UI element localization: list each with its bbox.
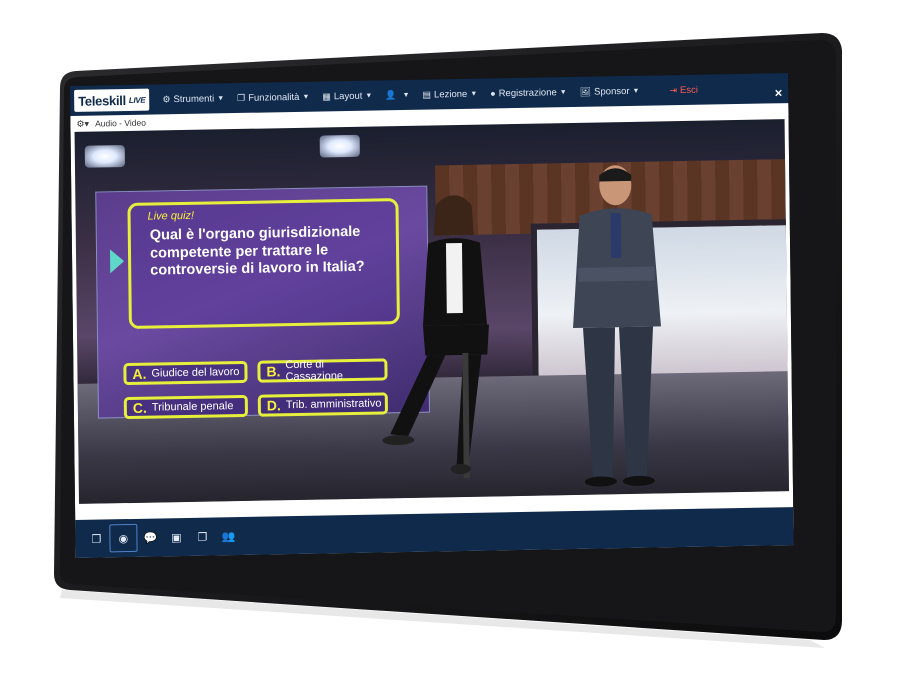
menu-label: Lezione: [433, 88, 468, 100]
caret-down-icon: ▼: [402, 91, 410, 99]
menu-label: Strumenti: [173, 92, 215, 105]
quiz-question: Qual è l'organo giurisdizionale competen…: [149, 223, 365, 279]
menu-label: Funzionalità: [248, 91, 300, 104]
caret-down-icon: ▼: [217, 94, 225, 102]
menu-label: Sponsor: [594, 85, 630, 98]
menu-registrazione[interactable]: ● Registrazione ▼: [490, 87, 567, 99]
menu-lezione[interactable]: ▤ Lezione ▼: [422, 88, 477, 100]
answer-text: Tribunale penale: [151, 400, 234, 414]
stack-icon[interactable]: ❒: [83, 525, 109, 551]
gear-icon: ⚙: [162, 93, 171, 104]
picture-icon[interactable]: ▣: [163, 524, 189, 550]
exit-button[interactable]: ⇥ Esci: [669, 84, 698, 96]
answer-letter: B.: [266, 363, 281, 380]
video-stream: Live quiz! Qual è l'organo giurisdiziona…: [74, 119, 790, 504]
users-icon[interactable]: 👥: [215, 523, 241, 549]
copy-icon[interactable]: ❐: [189, 523, 215, 549]
presenter-man: [573, 165, 662, 487]
logo-text: Teleskill: [78, 92, 126, 109]
panel-title: Audio - Video: [94, 117, 147, 129]
user-icon: 👤: [385, 89, 397, 100]
settings-dropdown-icon[interactable]: ⚙▾: [76, 118, 89, 129]
audio-video-panel: × ⚙▾ Audio - Video Live quiz! Qual è l'o…: [70, 85, 794, 559]
image-icon: 🖼: [579, 86, 592, 97]
quiz-answer-c: C. Tribunale penale: [123, 394, 249, 420]
answer-letter: A.: [132, 365, 147, 382]
menu-label: Layout: [333, 90, 363, 102]
caret-down-icon: ▼: [470, 90, 478, 98]
answer-letter: D.: [266, 397, 281, 414]
caret-down-icon: ▼: [632, 87, 640, 95]
close-icon[interactable]: ×: [775, 85, 783, 100]
app-logo[interactable]: Teleskill LIVE: [74, 88, 150, 112]
quiz-answer-a: A. Giudice del lavoro: [123, 360, 248, 386]
record-dot-icon: ●: [490, 88, 496, 99]
tablet-frame: Teleskill LIVE ⚙ Strumenti ▼ ❐ Funzional…: [0, 0, 903, 674]
menu-funzionalita[interactable]: ❐ Funzionalità ▼: [237, 91, 309, 103]
quiz-tag: Live quiz!: [147, 209, 195, 223]
caret-down-icon: ▼: [559, 88, 567, 96]
caret-down-icon: ▼: [302, 93, 310, 101]
answer-text: Giudice del lavoro: [151, 366, 240, 380]
grid-icon: ▦: [322, 90, 331, 101]
menu-layout[interactable]: ▦ Layout ▼: [322, 90, 372, 102]
logo-suffix: LIVE: [128, 95, 146, 105]
chat-icon[interactable]: 💬: [137, 524, 163, 550]
webcam-icon[interactable]: ◉: [109, 523, 138, 553]
screen: Teleskill LIVE ⚙ Strumenti ▼ ❐ Funzional…: [70, 73, 794, 559]
presenter-woman: [382, 195, 489, 478]
sign-out-icon: ⇥: [669, 84, 678, 95]
window-icon: ❐: [237, 92, 246, 103]
menu-label: Registrazione: [498, 86, 557, 99]
exit-label: Esci: [679, 84, 699, 96]
studio-light: [84, 145, 125, 168]
menu-user[interactable]: 👤 ▼: [385, 89, 409, 100]
menu-sponsor[interactable]: 🖼 Sponsor ▼: [580, 85, 640, 97]
answer-letter: C.: [132, 399, 147, 416]
menu-strumenti[interactable]: ⚙ Strumenti ▼: [162, 93, 224, 105]
caret-down-icon: ▼: [365, 92, 373, 100]
chevron-right-icon: [109, 249, 125, 274]
classroom-icon: ▤: [422, 89, 432, 100]
studio-light: [319, 134, 360, 158]
